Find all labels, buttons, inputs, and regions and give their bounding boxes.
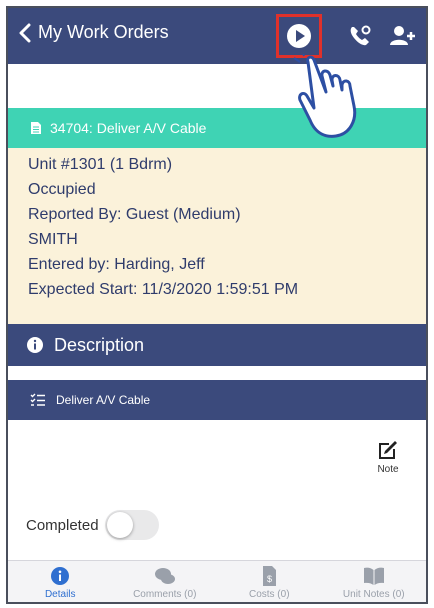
detail-reported-by: Reported By: Guest (Medium) [28,206,241,223]
note-label: Note [377,464,399,475]
back-button[interactable]: My Work Orders [18,22,169,43]
add-user-icon [390,26,415,45]
tab-label: Costs (0) [248,589,290,600]
info-icon [27,337,43,353]
phone-icon [350,25,371,46]
spacer [8,366,426,380]
completed-toggle[interactable] [104,510,159,540]
costs-icon: $ [263,566,277,586]
description-bar[interactable]: Description [8,324,426,366]
task-bar[interactable]: Deliver A/V Cable [8,380,426,420]
work-order-title: 34704: Deliver A/V Cable [50,120,207,136]
tab-details[interactable]: Details [8,561,113,602]
comments-icon [154,568,175,584]
edit-note-icon [379,441,397,459]
back-label: My Work Orders [38,22,169,42]
completed-label: Completed [26,516,99,534]
app-frame: My Work Orders 34704: Deliver A/V Cable … [6,6,428,604]
task-label: Deliver A/V Cable [56,393,151,407]
pointing-hand-icon [293,54,357,138]
note-button[interactable]: Note [366,438,410,488]
bottom-tab-bar: Details Comments (0) $ Costs (0) Unit No… [8,560,427,602]
chevron-left-icon [19,23,31,42]
work-order-details: Unit #1301 (1 Bdrm) Occupied Reported By… [8,148,426,324]
play-icon [287,24,311,48]
detail-entered-by: Entered by: Harding, Jeff [28,256,205,273]
detail-expected-start: Expected Start: 11/3/2020 1:59:51 PM [28,281,299,298]
document-icon [31,122,41,134]
tab-unit-notes[interactable]: Unit Notes (0) [322,561,427,602]
detail-unit: Unit #1301 (1 Bdrm) [28,156,173,173]
detail-name: SMITH [28,231,78,248]
tab-label: Comments (0) [133,589,197,600]
tab-costs[interactable]: $ Costs (0) [217,561,322,602]
book-icon [363,567,384,585]
detail-occupancy: Occupied [28,181,96,198]
checklist-icon [30,393,45,406]
tab-label: Unit Notes (0) [342,589,405,600]
tab-comments[interactable]: Comments (0) [113,561,218,602]
description-label: Description [54,334,145,355]
svg-text:$: $ [267,574,272,584]
call-button[interactable] [340,16,380,56]
start-work-order-button[interactable] [276,14,322,58]
completed-row: Completed [26,510,159,540]
tab-label: Details [44,589,76,600]
add-user-button[interactable] [382,16,422,56]
toggle-knob [106,512,133,538]
info-icon [51,567,70,585]
